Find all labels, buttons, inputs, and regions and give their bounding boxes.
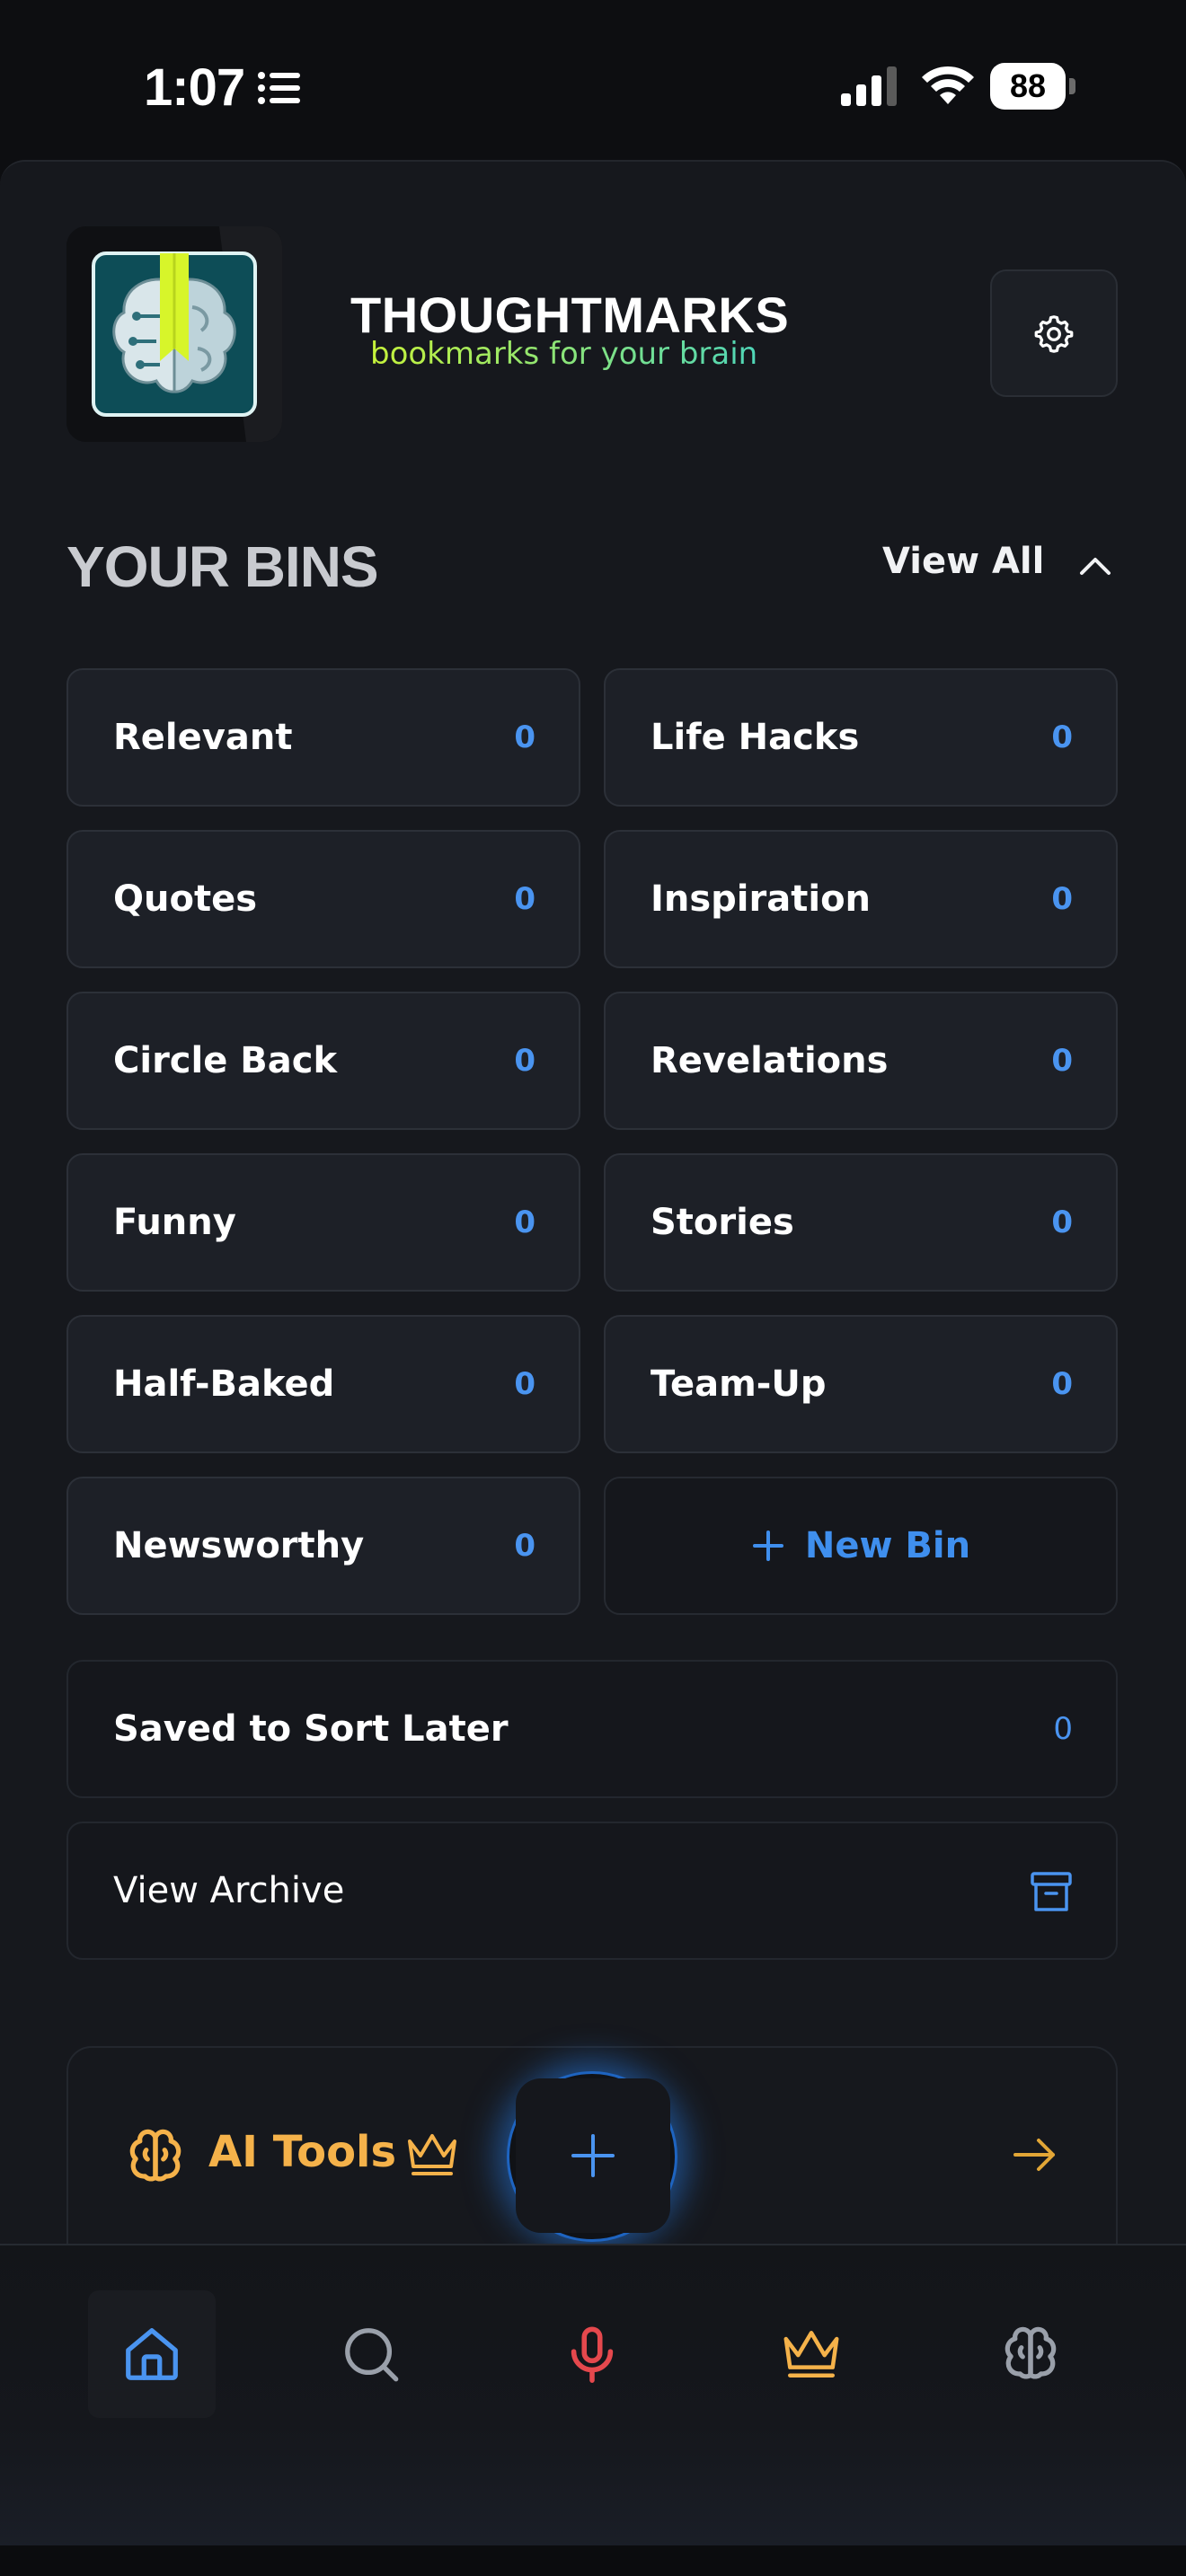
bin-count: 0 <box>1051 881 1073 917</box>
add-thoughtmark-button[interactable] <box>516 2078 670 2233</box>
bin-count: 0 <box>514 1204 535 1240</box>
bin-count: 0 <box>1051 719 1073 755</box>
tab-home[interactable] <box>88 2290 216 2418</box>
wifi-icon <box>922 66 974 104</box>
tab-search[interactable] <box>307 2290 435 2418</box>
new-bin-button[interactable]: New Bin <box>604 1477 1118 1615</box>
status-time: 1:07 <box>144 58 245 117</box>
bin-count: 0 <box>514 719 535 755</box>
bin-card-team-up[interactable]: Team-Up 0 <box>604 1315 1118 1453</box>
bin-label: Half-Baked <box>113 1363 335 1405</box>
brain-icon <box>1005 2326 1057 2379</box>
bin-card-relevant[interactable]: Relevant 0 <box>66 668 580 807</box>
battery-level: 88 <box>990 63 1066 110</box>
bin-label: Stories <box>651 1202 794 1243</box>
bin-count: 0 <box>1051 1366 1073 1402</box>
home-icon <box>126 2328 178 2380</box>
bin-count: 0 <box>1051 1043 1073 1079</box>
view-archive-label: View Archive <box>113 1870 345 1911</box>
view-archive-row[interactable]: View Archive <box>66 1822 1118 1960</box>
status-bar: 1:07 88 <box>0 0 1186 162</box>
tab-voice[interactable] <box>528 2290 656 2418</box>
bin-label: Team-Up <box>651 1363 827 1405</box>
bin-card-newsworthy[interactable]: Newsworthy 0 <box>66 1477 580 1615</box>
chevron-up-icon[interactable] <box>1075 548 1116 584</box>
list-icon <box>258 72 300 104</box>
bin-count: 0 <box>514 881 535 917</box>
ai-tools-label: AI Tools <box>208 2127 397 2177</box>
bin-card-stories[interactable]: Stories 0 <box>604 1153 1118 1292</box>
archive-icon <box>1031 1872 1072 1911</box>
bin-card-inspiration[interactable]: Inspiration 0 <box>604 830 1118 968</box>
app-logo <box>66 226 282 442</box>
microphone-icon <box>571 2326 614 2383</box>
plus-icon <box>752 1531 783 1561</box>
bin-count: 0 <box>514 1528 535 1564</box>
view-all-link[interactable]: View All <box>882 541 1044 582</box>
tab-premium[interactable] <box>748 2290 875 2418</box>
bin-count: 0 <box>514 1366 535 1402</box>
bin-label: Revelations <box>651 1040 889 1081</box>
tab-ai[interactable] <box>967 2290 1094 2418</box>
bin-label: Newsworthy <box>113 1525 365 1566</box>
saved-to-sort-later-label: Saved to Sort Later <box>113 1708 509 1750</box>
cellular-signal-icon <box>841 66 897 106</box>
bin-card-funny[interactable]: Funny 0 <box>66 1153 580 1292</box>
bin-card-quotes[interactable]: Quotes 0 <box>66 830 580 968</box>
battery-icon: 88 <box>990 63 1078 110</box>
bin-card-circle-back[interactable]: Circle Back 0 <box>66 992 580 1130</box>
settings-button[interactable] <box>990 269 1118 397</box>
crown-icon <box>783 2331 839 2378</box>
crown-icon <box>408 2134 456 2175</box>
brain-icon <box>129 2129 181 2182</box>
bin-count: 0 <box>514 1043 535 1079</box>
bin-label: Funny <box>113 1202 236 1243</box>
new-bin-label: New Bin <box>804 1525 971 1566</box>
bins-section-title: YOUR BINS <box>66 534 379 599</box>
app-tagline: bookmarks for your brain <box>370 336 758 372</box>
brain-bookmark-logo-icon <box>66 226 282 442</box>
bin-card-half-baked[interactable]: Half-Baked 0 <box>66 1315 580 1453</box>
arrow-right-icon[interactable] <box>1010 2132 1060 2177</box>
home-indicator-area <box>0 2545 1186 2576</box>
gear-icon <box>1034 315 1074 353</box>
bin-card-life-hacks[interactable]: Life Hacks 0 <box>604 668 1118 807</box>
saved-to-sort-later-row[interactable]: Saved to Sort Later 0 <box>66 1660 1118 1798</box>
bin-label: Quotes <box>113 878 258 920</box>
bin-card-revelations[interactable]: Revelations 0 <box>604 992 1118 1130</box>
bin-count: 0 <box>1051 1204 1073 1240</box>
bin-label: Inspiration <box>651 878 872 920</box>
bin-label: Relevant <box>113 717 293 758</box>
bin-label: Life Hacks <box>651 717 860 758</box>
search-icon <box>345 2328 399 2382</box>
plus-icon <box>571 2134 615 2177</box>
bin-label: Circle Back <box>113 1040 338 1081</box>
saved-to-sort-later-count: 0 <box>1053 1711 1073 1747</box>
